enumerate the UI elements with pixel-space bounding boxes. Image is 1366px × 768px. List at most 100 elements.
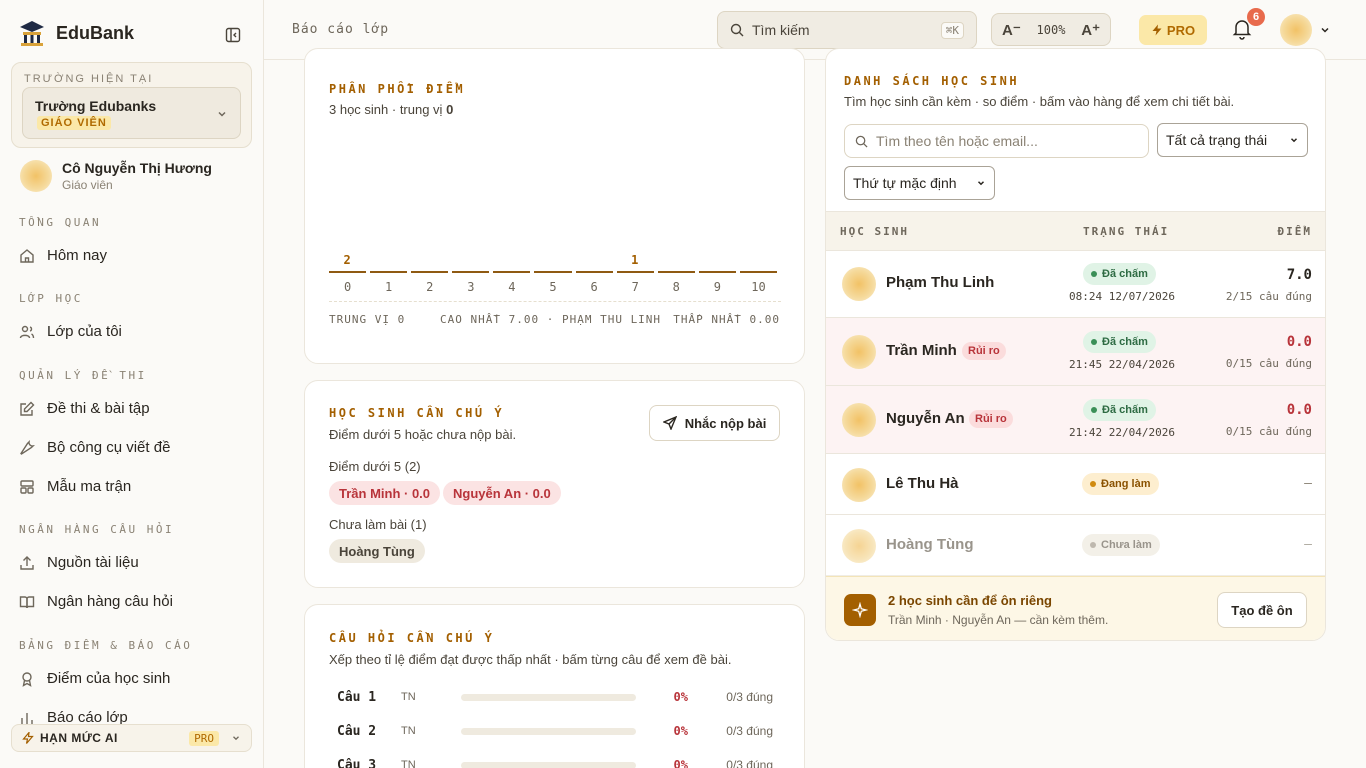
- risk-badge: Rủi ro: [969, 410, 1013, 428]
- column-header-status[interactable]: TRẠNG THÁI: [1083, 225, 1169, 238]
- pro-label: PRO: [1166, 22, 1196, 38]
- x-tick-label: 10: [751, 280, 766, 294]
- zoom-out-button[interactable]: A⁻: [1002, 21, 1021, 39]
- card-caption: PHÂN PHỐI ĐIỂM: [329, 82, 466, 96]
- correct-count: 0/15 câu đúng: [1225, 357, 1312, 370]
- search-icon: [730, 23, 744, 37]
- avatar: [842, 335, 876, 369]
- suggestion-subtitle: Trần Minh · Nguyễn An — cần kèm thêm.: [888, 613, 1109, 627]
- home-icon: [20, 248, 34, 263]
- sidebar: EduBank TRƯỜNG HIỆN TẠI Trường Edubanks …: [0, 0, 264, 768]
- student-chip[interactable]: Nguyễn An · 0.0: [443, 481, 561, 505]
- edit-icon: [20, 401, 35, 416]
- current-user[interactable]: Cô Nguyễn Thị Hương Giáo viên: [20, 160, 212, 192]
- question-row[interactable]: Câu 1 TN 0% 0/3 đúng: [337, 687, 777, 707]
- sidebar-item-matrix-templates[interactable]: Mẫu ma trận: [19, 478, 131, 495]
- student-search-placeholder: Tìm theo tên hoặc email...: [876, 133, 1038, 149]
- sidebar-item-question-bank[interactable]: Ngân hàng câu hỏi: [19, 593, 173, 610]
- x-tick-label: 0: [343, 280, 352, 294]
- question-correct: 0/3 đúng: [726, 724, 773, 738]
- bolt-icon: [1152, 24, 1162, 36]
- column-header-score[interactable]: ĐIỂM: [1278, 225, 1313, 238]
- brand[interactable]: EduBank: [18, 18, 134, 48]
- chevron-down-icon: [977, 181, 985, 186]
- sidebar-item-my-classes[interactable]: Lớp của tôi: [19, 323, 122, 340]
- zoom-value: 100%: [1036, 22, 1066, 37]
- sort-select[interactable]: Thứ tự mặc định: [844, 166, 995, 200]
- question-row[interactable]: Câu 3 TN 0% 0/3 đúng: [337, 755, 777, 768]
- sparkle-icon: [844, 594, 876, 626]
- sort-value: Thứ tự mặc định: [853, 175, 957, 191]
- school-name: Trường Edubanks: [35, 98, 157, 114]
- status-filter-select[interactable]: Tất cả trạng thái: [1157, 123, 1308, 157]
- nav-section-overview: TỔNG QUAN: [19, 216, 102, 229]
- sidebar-item-label: Lớp của tôi: [47, 323, 122, 340]
- search-input[interactable]: Tìm kiếm ⌘K: [717, 11, 977, 49]
- search-shortcut: ⌘K: [940, 21, 964, 39]
- stat-median: TRUNG VỊ 0: [329, 313, 406, 326]
- table-row[interactable]: Hoàng Tùng Chưa làm —: [826, 515, 1325, 576]
- column-header-student[interactable]: HỌC SINH: [840, 225, 909, 238]
- x-tick-label: 3: [467, 280, 475, 294]
- score-value: 7.0: [1286, 267, 1312, 283]
- student-search-input[interactable]: Tìm theo tên hoặc email...: [844, 124, 1149, 158]
- progress-bar: [461, 693, 636, 701]
- chevron-down-icon[interactable]: [1319, 24, 1331, 36]
- collapse-sidebar-button[interactable]: [222, 24, 244, 46]
- status-label: Đang làm: [1101, 478, 1151, 490]
- card-subtitle: Tìm học sinh cần kèm · so điểm · bấm vào…: [844, 94, 1235, 109]
- avatar[interactable]: [1280, 14, 1312, 46]
- award-icon: [22, 671, 32, 687]
- search-placeholder: Tìm kiếm: [752, 22, 810, 38]
- student-name: Trần Minh: [886, 342, 957, 359]
- distribution-bar: [452, 271, 490, 273]
- student-chip[interactable]: Trần Minh · 0.0: [329, 481, 441, 505]
- question-row[interactable]: Câu 2 TN 0% 0/3 đúng: [337, 721, 777, 741]
- remind-label: Nhắc nộp bài: [684, 415, 767, 431]
- user-role: Giáo viên: [62, 178, 113, 192]
- grid-icon: [20, 479, 34, 494]
- create-review-button[interactable]: Tạo đề ôn: [1217, 592, 1307, 628]
- table-row[interactable]: Trần Minh Rủi ro Đã chấm 21:45 22/04/202…: [826, 318, 1325, 386]
- question-correct: 0/3 đúng: [726, 690, 773, 704]
- school-select[interactable]: Trường Edubanks GIÁO VIÊN: [22, 87, 241, 139]
- table-row[interactable]: Phạm Thu Linh Đã chấm 08:24 12/07/2026 7…: [826, 250, 1325, 318]
- sidebar-item-sources[interactable]: Nguồn tài liệu: [19, 554, 139, 571]
- table-row[interactable]: Lê Thu Hà Đang làm —: [826, 454, 1325, 515]
- sidebar-item-exams[interactable]: Đề thi & bài tập: [19, 400, 150, 417]
- distribution-median-value: 0: [446, 102, 454, 117]
- status-label: Đã chấm: [1102, 336, 1148, 348]
- card-subtitle: Điểm dưới 5 hoặc chưa nộp bài.: [329, 427, 517, 442]
- distribution-subtitle-text: 3 học sinh · trung vị: [329, 102, 447, 117]
- sidebar-item-exam-tools[interactable]: Bộ công cụ viết đề: [19, 439, 170, 456]
- risk-badge: Rủi ro: [962, 342, 1006, 360]
- table-row[interactable]: Nguyễn An Rủi ro Đã chấm 21:42 22/04/202…: [826, 386, 1325, 454]
- chevron-down-icon: [233, 736, 239, 741]
- score-value: —: [1304, 476, 1312, 491]
- distribution-chart: 2 0 1 2 3 4 5 6 1 7 8 9 10: [329, 119, 781, 339]
- stat-min: THẤP NHẤT 0.00: [673, 313, 780, 326]
- student-name: Hoàng Tùng: [886, 536, 974, 553]
- book-icon: [19, 595, 35, 608]
- stat-max: CAO NHẤT 7.00 · PHẠM THU LINH: [440, 313, 662, 326]
- status-badge: Đã chấm: [1083, 263, 1156, 285]
- question-type: TN: [401, 725, 416, 737]
- notification-badge: 6: [1247, 8, 1265, 26]
- pro-button[interactable]: PRO: [1139, 15, 1207, 45]
- send-icon: [662, 416, 677, 430]
- card-caption: DANH SÁCH HỌC SINH: [844, 74, 1020, 88]
- ai-quota[interactable]: HẠN MỨC AI PRO: [11, 724, 252, 752]
- question-type: TN: [401, 691, 416, 703]
- student-chip[interactable]: Hoàng Tùng: [329, 539, 425, 563]
- bar-value-label: 1: [631, 253, 639, 267]
- sidebar-item-today[interactable]: Hôm nay: [19, 247, 107, 264]
- sidebar-item-student-scores[interactable]: Điểm của học sinh: [19, 670, 170, 687]
- submitted-time: 21:45 22/04/2026: [1069, 358, 1175, 371]
- table-header: HỌC SINH TRẠNG THÁI ĐIỂM: [826, 211, 1325, 251]
- x-tick-label: 8: [672, 280, 680, 294]
- submitted-time: 21:42 22/04/2026: [1069, 426, 1175, 439]
- score-value: —: [1304, 537, 1312, 552]
- zoom-in-button[interactable]: A⁺: [1081, 21, 1100, 39]
- pro-tag: PRO: [189, 730, 219, 746]
- remind-submit-button[interactable]: Nhắc nộp bài: [649, 405, 780, 441]
